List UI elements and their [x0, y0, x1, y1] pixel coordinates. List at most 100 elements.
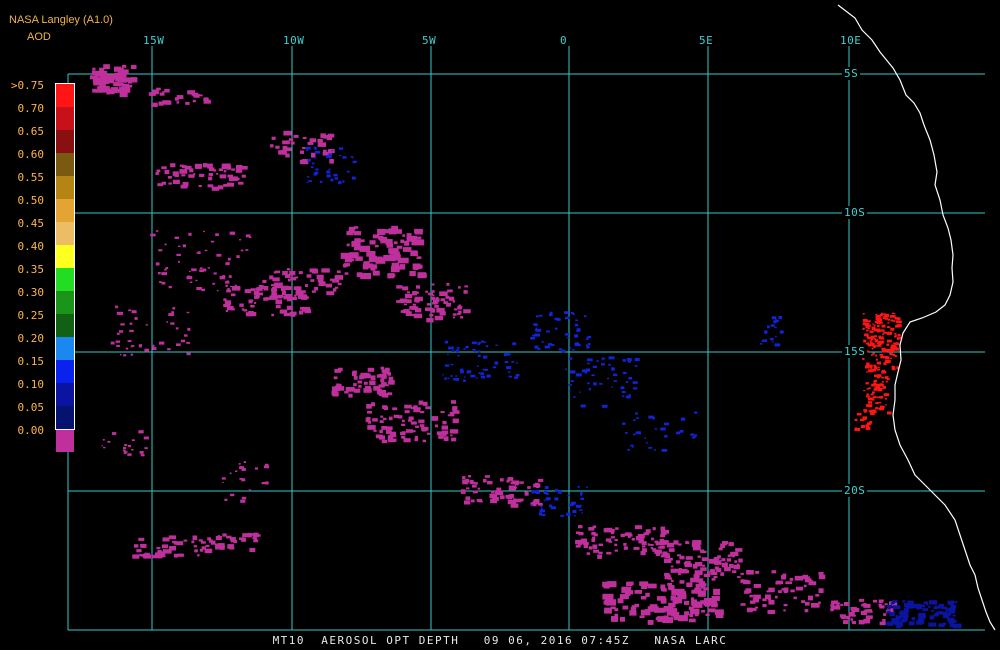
- aod-pixel: [883, 393, 890, 397]
- aod-pixel: [287, 278, 291, 282]
- aod-pixel: [680, 417, 686, 421]
- aod-pixel: [639, 615, 645, 619]
- aod-pixel: [164, 268, 167, 271]
- aod-pixel: [182, 244, 186, 248]
- aod-pixel: [906, 605, 909, 608]
- aod-pixel: [406, 299, 412, 304]
- aod-pixel: [391, 266, 400, 273]
- aod-pixel: [604, 585, 610, 589]
- aod-pixel: [389, 431, 396, 436]
- aod-pixel: [410, 421, 417, 425]
- aod-pixel: [700, 549, 704, 553]
- aod-pixel: [564, 333, 568, 336]
- aod-pixel: [279, 295, 281, 297]
- aod-pixel: [830, 605, 835, 609]
- aod-pixel: [178, 245, 181, 247]
- aod-pixel: [286, 155, 290, 158]
- legend-label: 0.40: [17, 240, 45, 253]
- aod-pixel: [475, 377, 478, 379]
- aod-pixel: [891, 367, 896, 371]
- aod-pixel: [310, 279, 315, 282]
- aod-pixel: [264, 463, 269, 467]
- aod-pixel: [775, 335, 777, 338]
- aod-pixel: [115, 75, 123, 82]
- aod-pixel: [715, 609, 724, 615]
- aod-pixel: [540, 505, 542, 508]
- aod-pixel: [720, 572, 725, 576]
- aod-pixel: [204, 249, 208, 252]
- aod-pixel: [879, 353, 883, 356]
- aod-pixel: [123, 446, 126, 449]
- aod-pixel: [271, 292, 277, 297]
- aod-pixel: [416, 285, 421, 289]
- aod-pixel: [366, 404, 372, 409]
- aod-pixel: [655, 553, 660, 556]
- aod-pixel: [790, 589, 795, 593]
- aod-pixel: [938, 603, 944, 609]
- aod-pixel: [329, 159, 334, 164]
- aod-pixel: [879, 621, 886, 626]
- aod-pixel: [442, 421, 447, 425]
- aod-pixel: [597, 554, 602, 559]
- aod-pixel: [928, 600, 938, 605]
- aod-pixel: [700, 567, 707, 571]
- aod-pixel: [724, 566, 731, 572]
- aod-pixel: [138, 430, 144, 434]
- aod-pixel: [683, 562, 687, 565]
- aod-pixel: [443, 436, 449, 441]
- aod-pixel: [256, 287, 263, 291]
- aod-pixel: [311, 290, 316, 293]
- aod-pixel: [621, 391, 626, 394]
- aod-pixel: [236, 165, 243, 169]
- aod-pixel: [169, 546, 176, 551]
- aod-pixel: [243, 461, 247, 463]
- aod-pixel: [204, 97, 209, 102]
- aod-pixel: [950, 610, 953, 613]
- aod-pixel: [554, 327, 558, 330]
- aod-pixel: [803, 584, 807, 588]
- aod-pixel: [560, 514, 564, 517]
- aod-pixel: [375, 244, 379, 248]
- aod-pixel: [868, 320, 871, 323]
- aod-pixel: [344, 272, 349, 275]
- aod-pixel: [746, 570, 754, 575]
- aod-pixel: [570, 311, 574, 315]
- aod-pixel: [673, 616, 678, 620]
- aod-pixel: [634, 525, 643, 530]
- aod-pixel: [876, 330, 881, 333]
- aod-pixel: [536, 491, 540, 494]
- aod-pixel: [632, 446, 634, 448]
- aod-pixel: [199, 173, 205, 177]
- aod-pixel: [145, 324, 148, 326]
- aod-pixel: [854, 418, 858, 421]
- aod-pixel: [887, 339, 892, 343]
- aod-pixel: [237, 181, 244, 185]
- aod-pixel: [210, 240, 215, 243]
- aod-pixel: [436, 431, 443, 435]
- aod-pixel: [321, 268, 330, 273]
- aod-pixel: [213, 272, 217, 275]
- aod-pixel: [931, 609, 934, 612]
- aod-pixel: [537, 347, 541, 350]
- aod-pixel: [252, 536, 256, 539]
- legend-frame: [55, 83, 75, 430]
- aod-pixel: [862, 313, 865, 315]
- aod-pixel: [381, 369, 386, 373]
- aod-pixel: [199, 267, 203, 270]
- aod-pixel: [450, 363, 454, 366]
- aod-pixel: [170, 322, 175, 325]
- aod-pixel: [406, 291, 410, 294]
- longitude-label: 0: [560, 34, 568, 47]
- aod-pixel: [290, 141, 295, 145]
- aod-pixel: [546, 346, 548, 349]
- aod-pixel: [158, 551, 164, 555]
- aod-pixel: [441, 425, 448, 430]
- aod-pixel: [183, 539, 188, 542]
- aod-pixel: [952, 614, 956, 617]
- aod-pixel: [882, 619, 886, 622]
- aod-pixel: [242, 533, 250, 538]
- aod-pixel: [685, 556, 693, 560]
- aod-pixel: [863, 339, 867, 343]
- aod-pixel: [358, 385, 362, 388]
- aod-pixel: [608, 363, 611, 366]
